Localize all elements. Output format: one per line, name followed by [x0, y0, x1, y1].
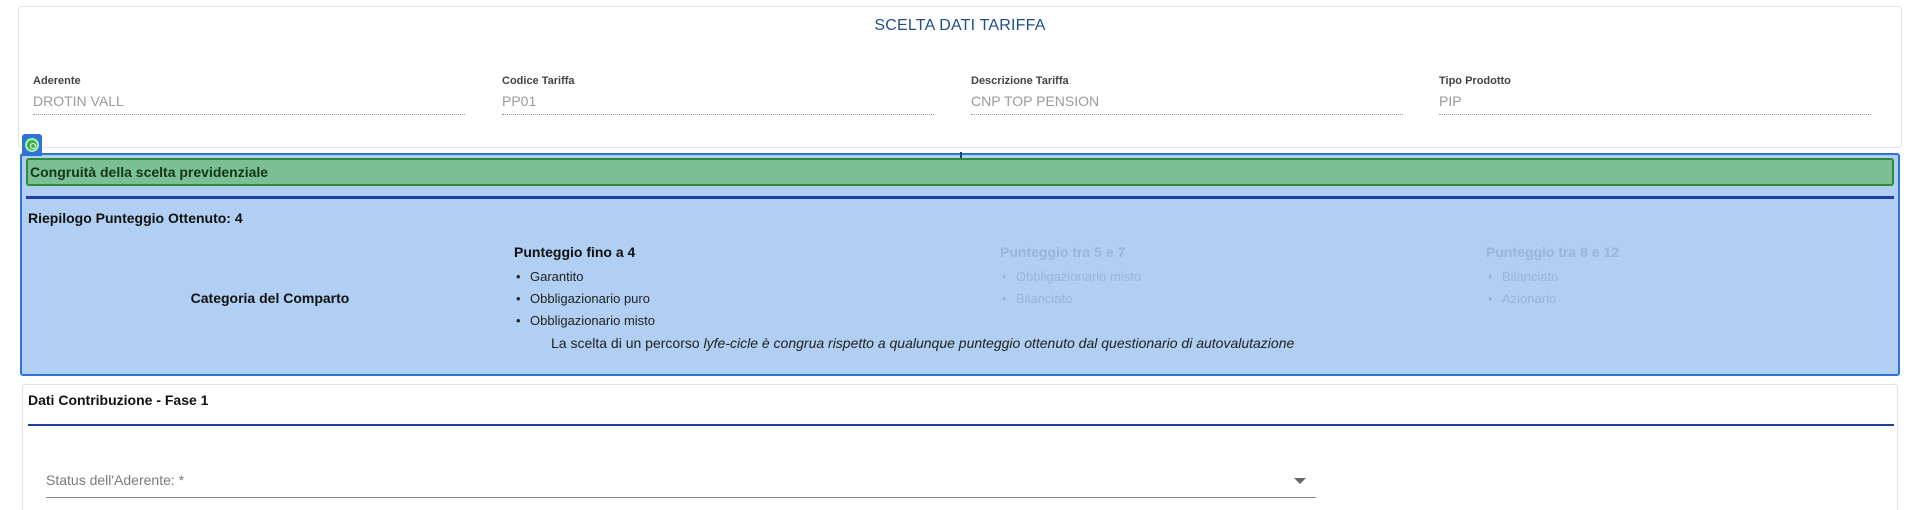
- list-item: Bilanciato: [1000, 288, 1460, 310]
- chevron-down-icon[interactable]: [1294, 478, 1306, 484]
- score-column-5-7: Punteggio tra 5 e 7 Obbligazionario mist…: [1000, 244, 1460, 310]
- list-item: Garantito: [514, 266, 974, 288]
- field-aderente: Aderente DROTIN VALL: [33, 75, 465, 115]
- section-divider: [26, 196, 1894, 199]
- field-label: Tipo Prodotto: [1439, 75, 1511, 87]
- target-icon[interactable]: [25, 138, 39, 152]
- contribuzione-divider: [28, 424, 1894, 426]
- list-item: Obbligazionario misto: [1000, 266, 1460, 288]
- category-label: Categoria del Comparto: [190, 290, 350, 306]
- field-value: CNP TOP PENSION: [971, 93, 1403, 115]
- contribuzione-title: Dati Contribuzione - Fase 1: [28, 392, 209, 408]
- column-list: Obbligazionario misto Bilanciato: [1000, 266, 1460, 310]
- score-column-up-to-4: Punteggio fino a 4 Garantito Obbligazion…: [514, 244, 974, 332]
- field-value: PIP: [1439, 93, 1871, 115]
- field-label: Aderente: [33, 75, 81, 87]
- page: SCELTA DATI TARIFFA Aderente DROTIN VALL…: [0, 0, 1920, 510]
- list-item: Bilanciato: [1486, 266, 1920, 288]
- field-descrizione-tariffa: Descrizione Tariffa CNP TOP PENSION: [971, 75, 1403, 115]
- lifecycle-note: La scelta di un percorso lyfe-cicle è co…: [551, 335, 1294, 351]
- list-item: Azionario: [1486, 288, 1920, 310]
- page-title: SCELTA DATI TARIFFA: [874, 17, 1046, 34]
- note-italic-text: lyfe-cicle è congrua rispetto a qualunqu…: [703, 335, 1295, 351]
- column-list: Garantito Obbligazionario puro Obbligazi…: [514, 266, 974, 332]
- status-aderente-select[interactable]: Status dell'Aderente: *: [46, 470, 1316, 498]
- field-label: Descrizione Tariffa: [971, 75, 1069, 87]
- status-aderente-placeholder: Status dell'Aderente: *: [46, 472, 185, 488]
- field-tipo-prodotto: Tipo Prodotto PIP: [1439, 75, 1871, 115]
- field-label: Codice Tariffa: [502, 75, 575, 87]
- field-value: PP01: [502, 93, 934, 115]
- column-title: Punteggio tra 5 e 7: [1000, 244, 1126, 260]
- column-title: Punteggio tra 8 e 12: [1486, 244, 1620, 260]
- list-item: Obbligazionario misto: [514, 310, 974, 332]
- column-title: Punteggio fino a 4: [514, 244, 636, 260]
- field-value: DROTIN VALL: [33, 93, 465, 115]
- list-item: Obbligazionario puro: [514, 288, 974, 310]
- tariff-card: SCELTA DATI TARIFFA Aderente DROTIN VALL…: [18, 6, 1902, 148]
- note-text: La scelta di un percorso: [551, 335, 704, 351]
- column-list: Bilanciato Azionario: [1486, 266, 1920, 310]
- score-summary: Riepilogo Punteggio Ottenuto: 4: [28, 210, 243, 226]
- field-codice-tariffa: Codice Tariffa PP01: [502, 75, 934, 115]
- score-column-8-12: Punteggio tra 8 e 12 Bilanciato Azionari…: [1486, 244, 1920, 310]
- congruita-header: Congruità della scelta previdenziale: [26, 158, 1894, 186]
